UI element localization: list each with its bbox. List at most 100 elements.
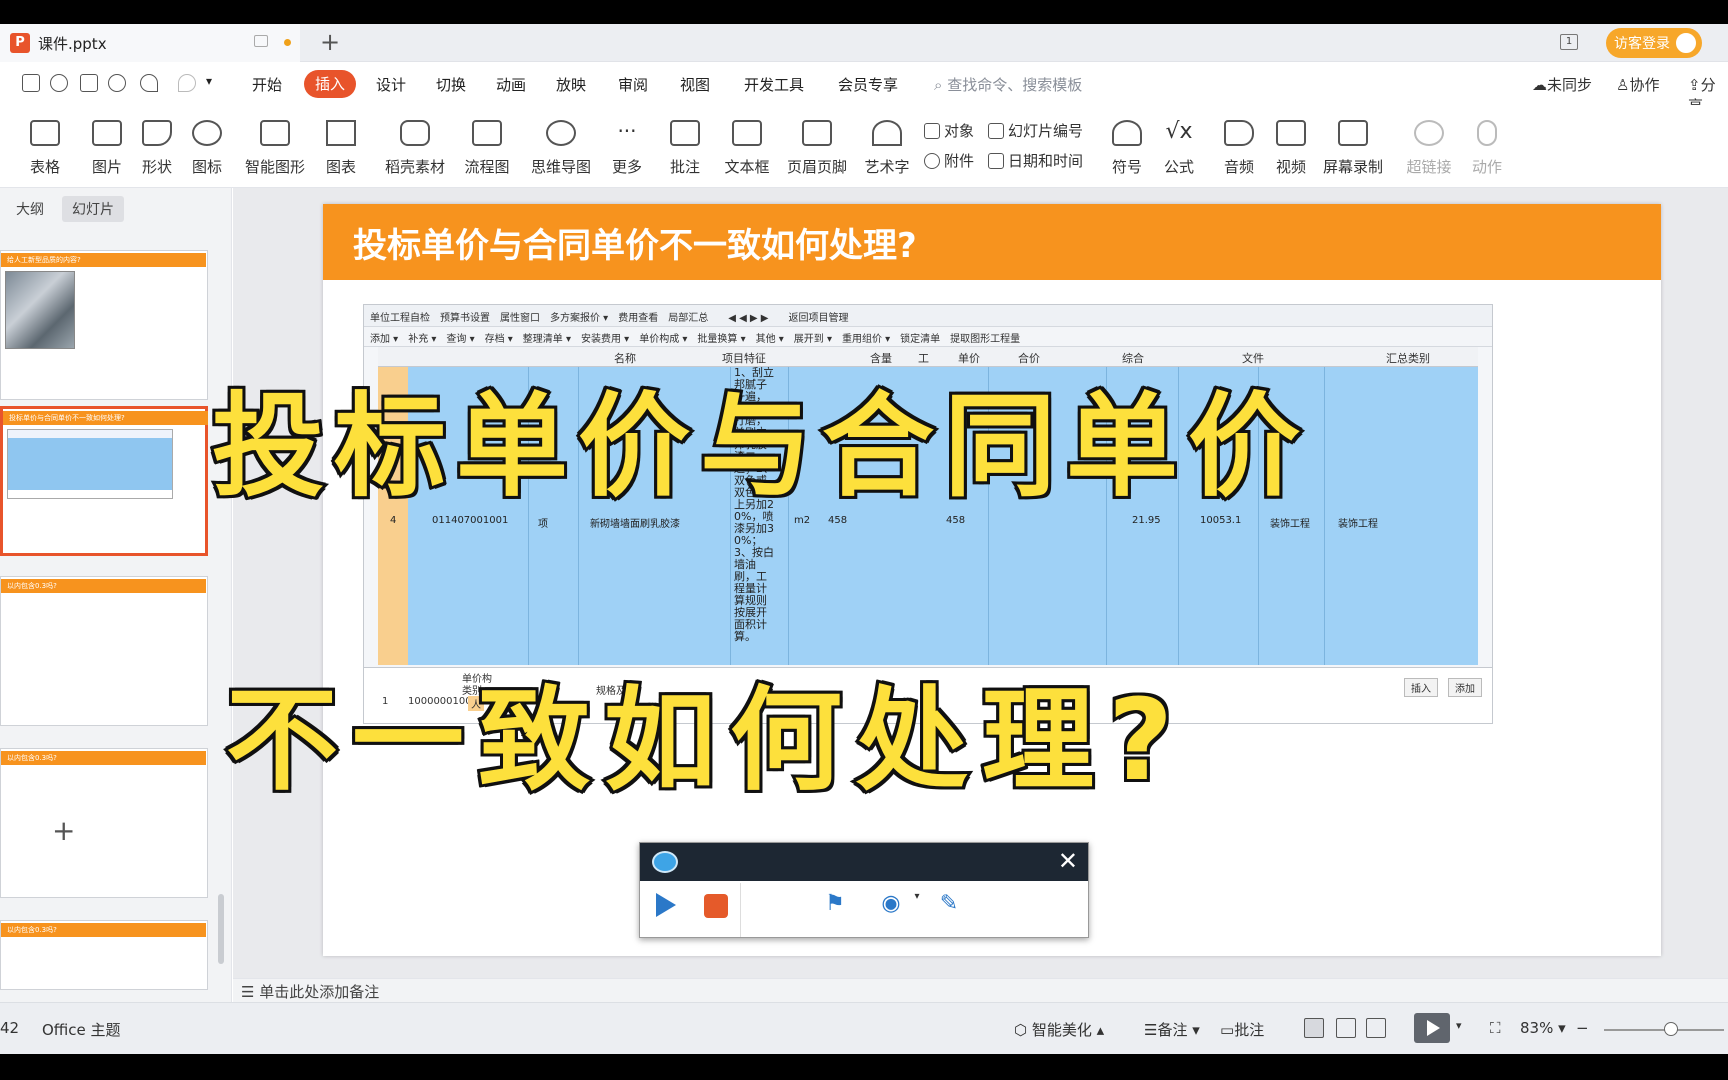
beautify-label: 智能美化 bbox=[1031, 1021, 1092, 1039]
datetime-button[interactable]: 日期和时间 bbox=[988, 150, 1083, 171]
detail-add-button: 添加 bbox=[1448, 678, 1482, 697]
recorder-titlebar[interactable]: ✕ bbox=[640, 843, 1088, 881]
action-button[interactable]: 动作 bbox=[1456, 106, 1518, 186]
zoom-level[interactable]: 83% ▾ bbox=[1520, 1019, 1566, 1037]
normal-view-icon[interactable] bbox=[1304, 1018, 1324, 1038]
menu-slideshow[interactable]: 放映 bbox=[556, 74, 586, 95]
print-icon[interactable] bbox=[80, 74, 98, 92]
tab-outline[interactable]: 大纲 bbox=[6, 196, 54, 222]
menu-member[interactable]: 会员专享 bbox=[838, 74, 898, 95]
play-dropdown-icon[interactable]: ▾ bbox=[1456, 1019, 1462, 1032]
screen-recorder-widget: ✕ ⚑ ◉ ▾ ✎ bbox=[639, 842, 1089, 938]
guest-login-button[interactable]: 访客登录 bbox=[1606, 28, 1702, 58]
notes-toggle-button[interactable]: ☰备注 ▾ bbox=[1144, 1019, 1200, 1040]
zoom-slider-handle[interactable] bbox=[1664, 1022, 1678, 1036]
thumb-photo bbox=[5, 271, 75, 349]
slide-number-indicator: 42 bbox=[0, 1019, 20, 1037]
thumb-table bbox=[7, 429, 173, 499]
fit-window-icon[interactable]: ⛶ bbox=[1490, 1019, 1501, 1037]
icon-button[interactable]: 图标 bbox=[176, 106, 238, 186]
slide-number-button[interactable]: 幻灯片编号 bbox=[988, 120, 1083, 141]
wordart-button[interactable]: 艺术字 bbox=[856, 106, 918, 186]
record-stop-button[interactable] bbox=[704, 894, 728, 918]
sync-status[interactable]: ☁未同步 bbox=[1532, 74, 1592, 95]
insert-ribbon: 表格 图片 形状 图标 智能图形 图表 稻壳素材 流程图 思维导图 ··· 更多 … bbox=[0, 106, 1728, 188]
camera-icon bbox=[652, 851, 678, 873]
new-tab-button[interactable]: + bbox=[318, 28, 342, 56]
thumb-title: 以内包含0.3吗? bbox=[1, 923, 206, 937]
slide-sorter-view-icon[interactable] bbox=[1336, 1018, 1356, 1038]
record-start-button[interactable] bbox=[656, 893, 676, 917]
chart-icon bbox=[326, 120, 356, 146]
slide-title[interactable]: 投标单价与合同单价不一致如何处理? bbox=[353, 218, 917, 267]
textbox-button[interactable]: 文本框 bbox=[716, 106, 778, 186]
table-icon bbox=[30, 120, 60, 146]
command-search[interactable]: ⌕ 查找命令、搜索模板 bbox=[934, 74, 1082, 95]
picture-icon bbox=[92, 120, 122, 146]
slide-thumbnail[interactable]: 以内包含0.3吗? bbox=[0, 920, 208, 990]
document-tab[interactable]: P 课件.pptx bbox=[0, 24, 300, 62]
object-button[interactable]: 对象 bbox=[924, 120, 974, 141]
zoom-out-button[interactable]: − bbox=[1576, 1019, 1589, 1037]
quick-access-dropdown-icon[interactable]: ▾ bbox=[206, 74, 212, 88]
action-label: 动作 bbox=[1471, 158, 1502, 176]
recorder-divider bbox=[740, 883, 741, 937]
reading-view-icon[interactable] bbox=[1366, 1018, 1386, 1038]
chart-button[interactable]: 图表 bbox=[310, 106, 372, 186]
menu-design[interactable]: 设计 bbox=[376, 74, 406, 95]
monitor-icon[interactable] bbox=[254, 35, 268, 47]
webcam-dropdown-icon[interactable]: ▾ bbox=[902, 891, 932, 921]
smartart-button[interactable]: 智能图形 bbox=[244, 106, 306, 186]
search-placeholder: 查找命令、搜索模板 bbox=[947, 76, 1083, 94]
pen-icon[interactable]: ✎ bbox=[934, 891, 964, 921]
slide-thumbnail[interactable]: 给人工新型品质的内容? bbox=[0, 250, 208, 400]
status-bar: 42 Office 主题 ⬡ 智能美化 ▴ ☰备注 ▾ ▭批注 ▾ ⛶ 83% … bbox=[0, 1002, 1728, 1054]
slideshow-play-button[interactable] bbox=[1414, 1013, 1450, 1043]
slide-thumbnail-selected[interactable]: 投标单价与合同单价不一致如何处理? bbox=[0, 406, 208, 556]
slides-scrollbar[interactable] bbox=[218, 894, 224, 964]
chart-label: 图表 bbox=[325, 158, 356, 176]
overlay-caption-line1: 投标单价与合同单价 bbox=[209, 379, 1310, 515]
add-slide-button[interactable]: + bbox=[52, 814, 75, 847]
menu-review[interactable]: 审阅 bbox=[618, 74, 648, 95]
more-icon: ··· bbox=[617, 119, 637, 143]
menu-home[interactable]: 开始 bbox=[252, 74, 282, 95]
zoom-value: 83% bbox=[1520, 1019, 1554, 1037]
screen-record-button[interactable]: 屏幕录制 bbox=[1322, 106, 1384, 186]
menu-view[interactable]: 视图 bbox=[680, 74, 710, 95]
collaborate-button[interactable]: ♙协作 bbox=[1616, 74, 1659, 95]
theme-name[interactable]: Office 主题 bbox=[42, 1019, 121, 1040]
tab-slides[interactable]: 幻灯片 bbox=[62, 196, 124, 222]
redo-icon[interactable] bbox=[178, 74, 196, 92]
save-icon[interactable] bbox=[22, 74, 40, 92]
link-icon bbox=[1414, 120, 1444, 146]
header-footer-icon bbox=[802, 120, 832, 146]
comment-toggle-button[interactable]: ▭批注 bbox=[1220, 1019, 1264, 1040]
mindmap-button[interactable]: 思维导图 bbox=[530, 106, 592, 186]
pointer-flag-icon[interactable]: ⚑ bbox=[820, 891, 850, 921]
slide-thumbnail[interactable]: 以内包含0.3吗? bbox=[0, 576, 208, 726]
notes-pane[interactable]: ☰ 单击此处添加备注 bbox=[233, 978, 1728, 1002]
menu-transition[interactable]: 切换 bbox=[436, 74, 466, 95]
attachment-button[interactable]: 附件 bbox=[924, 150, 974, 171]
letterbox-top bbox=[0, 0, 1728, 24]
flowchart-button[interactable]: 流程图 bbox=[456, 106, 518, 186]
menu-insert[interactable]: 插入 bbox=[304, 70, 356, 98]
sync-label: 未同步 bbox=[1547, 76, 1593, 94]
smart-beautify-button[interactable]: ⬡ 智能美化 ▴ bbox=[1014, 1019, 1104, 1040]
attachment-label: 附件 bbox=[944, 152, 975, 170]
undo-icon[interactable] bbox=[140, 74, 158, 92]
material-icon bbox=[400, 120, 430, 146]
header-footer-button[interactable]: 页眉页脚 bbox=[786, 106, 848, 186]
slide-thumbnail[interactable]: 以内包含0.3吗? bbox=[0, 748, 208, 898]
menu-animation[interactable]: 动画 bbox=[496, 74, 526, 95]
slide-number-label: 幻灯片编号 bbox=[1008, 122, 1084, 140]
thumb-title: 投标单价与合同单价不一致如何处理? bbox=[3, 411, 208, 425]
window-count-icon[interactable]: 1 bbox=[1560, 34, 1578, 50]
format-painter-icon[interactable] bbox=[50, 74, 68, 92]
material-button[interactable]: 稻壳素材 bbox=[384, 106, 446, 186]
formula-icon: √x bbox=[1165, 119, 1193, 144]
menu-developer[interactable]: 开发工具 bbox=[744, 74, 804, 95]
print-preview-icon[interactable] bbox=[108, 74, 126, 92]
recorder-close-button[interactable]: ✕ bbox=[1058, 847, 1078, 875]
